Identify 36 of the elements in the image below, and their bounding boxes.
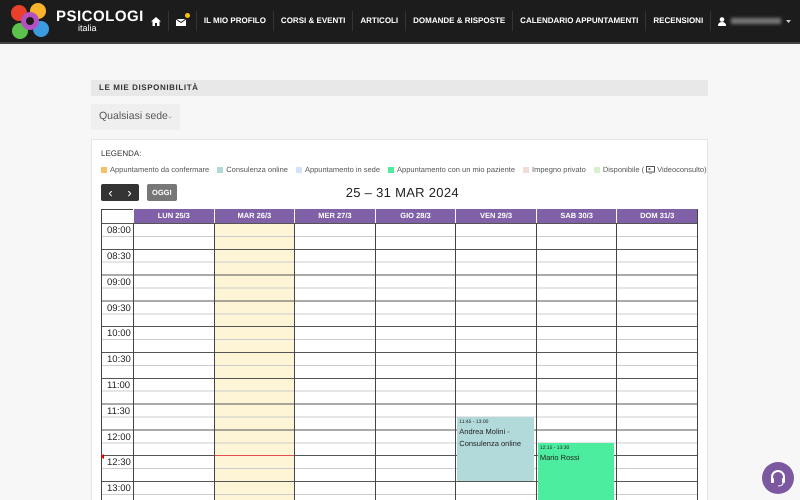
headset-icon (769, 469, 787, 487)
home-icon (150, 16, 161, 26)
time-label: 08:30 (107, 250, 131, 264)
time-label: 08:00 (107, 224, 131, 238)
nav-link[interactable]: IL MIO PROFILO (196, 11, 273, 31)
nav-link[interactable]: DOMANDE & RISPOSTE (405, 11, 512, 31)
site-logo[interactable]: PSICOLOGI italia (8, 1, 144, 41)
chevron-down-icon (168, 114, 172, 120)
date-range-title: 25 – 31 MAR 2024 (346, 184, 459, 200)
current-time-marker-icon (101, 454, 104, 459)
time-label: 09:00 (107, 276, 131, 290)
video-screen-icon (646, 166, 656, 174)
nav-link[interactable]: RECENSIONI (645, 11, 710, 31)
time-label: 10:30 (107, 353, 131, 368)
nav-link[interactable]: CALENDARIO APPUNTAMENTI (512, 11, 646, 31)
time-label: 11:00 (107, 379, 130, 394)
blurred-username (731, 18, 782, 24)
time-label: 11:30 (107, 404, 130, 419)
time-label: 12:00 (107, 430, 131, 445)
brand-name: PSICOLOGI (56, 9, 144, 24)
time-label: 13:00 (107, 482, 131, 496)
chat-support-button[interactable] (762, 462, 794, 494)
legend-title: LEGENDA: (101, 148, 142, 160)
nav-link[interactable]: ARTICOLI (352, 11, 406, 31)
envelope-icon (176, 16, 189, 26)
nav-link[interactable]: CORSI & EVENTI (272, 11, 352, 31)
time-label: 10:00 (107, 327, 131, 342)
user-icon (718, 16, 726, 26)
brand-tagline: italia (78, 24, 98, 33)
caret-icon (786, 20, 792, 22)
time-label: 12:30 (107, 456, 131, 470)
previous-week-button[interactable]: ‹ (101, 184, 120, 201)
location-select[interactable]: Qualsiasi sede (91, 104, 180, 130)
section-title: LE MIE DISPONIBILITÀ (91, 80, 708, 96)
time-label: 09:30 (107, 302, 131, 316)
next-week-button[interactable]: › (120, 184, 139, 201)
